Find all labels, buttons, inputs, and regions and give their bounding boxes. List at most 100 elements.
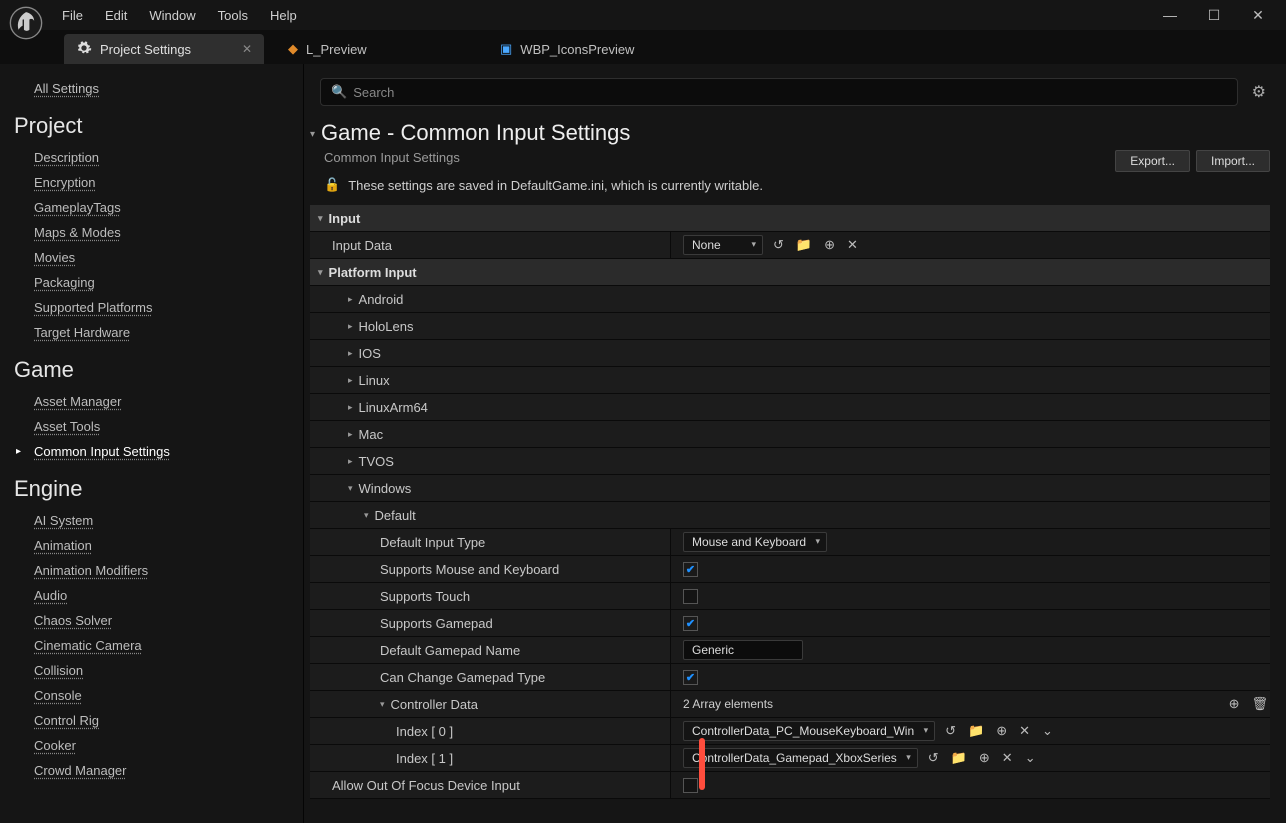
row-tvos[interactable]: TVOS: [359, 454, 394, 469]
reset-icon[interactable]: ↺: [943, 723, 958, 739]
export-button[interactable]: Export...: [1115, 150, 1190, 172]
saved-text: These settings are saved in DefaultGame.…: [348, 178, 763, 193]
row-controller-data[interactable]: Controller Data: [391, 697, 478, 712]
settings-gear-icon[interactable]: ⚙: [1248, 82, 1270, 102]
sidebar-crowd-manager[interactable]: Crowd Manager: [14, 758, 289, 783]
row-allow-out-of-focus: Allow Out Of Focus Device Input: [332, 778, 520, 793]
index1-dropdown[interactable]: ControllerData_Gamepad_XboxSeries: [683, 748, 918, 768]
sidebar-animation[interactable]: Animation: [14, 533, 289, 558]
reset-icon[interactable]: ↺: [926, 750, 941, 766]
sidebar-ai-system[interactable]: AI System: [14, 508, 289, 533]
title-bar: File Edit Window Tools Help — ☐ ✕: [0, 0, 1286, 30]
reset-icon[interactable]: ↺: [771, 237, 786, 253]
array-trash-icon[interactable]: 🗑: [1249, 696, 1270, 712]
default-gamepad-name-input[interactable]: [683, 640, 803, 660]
browse-icon[interactable]: 📁: [966, 723, 986, 739]
clear-icon[interactable]: ✕: [1017, 723, 1032, 739]
add-icon[interactable]: ⊕: [822, 237, 837, 253]
menu-window[interactable]: Window: [139, 4, 205, 27]
tab-l-preview[interactable]: ◆ L_Preview: [276, 34, 476, 64]
row-linuxarm64[interactable]: LinuxArm64: [359, 400, 428, 415]
chevron-down-icon[interactable]: ⌄: [1023, 750, 1038, 766]
chevron-down-icon[interactable]: ⌄: [1040, 723, 1055, 739]
sidebar-control-rig[interactable]: Control Rig: [14, 708, 289, 733]
minimize-button[interactable]: —: [1156, 7, 1184, 24]
menu-edit[interactable]: Edit: [95, 4, 137, 27]
sidebar-animation-modifiers[interactable]: Animation Modifiers: [14, 558, 289, 583]
tab-label: WBP_IconsPreview: [520, 42, 634, 57]
close-icon[interactable]: ✕: [242, 42, 252, 56]
row-can-change-gamepad: Can Change Gamepad Type: [380, 670, 545, 685]
maximize-button[interactable]: ☐: [1200, 7, 1228, 24]
row-default-gamepad-name: Default Gamepad Name: [380, 643, 520, 658]
row-default-input-type: Default Input Type: [380, 535, 485, 550]
sidebar-common-input-settings[interactable]: Common Input Settings: [14, 439, 289, 464]
sidebar-maps-modes[interactable]: Maps & Modes: [14, 220, 289, 245]
section-input[interactable]: Input: [329, 211, 361, 226]
settings-sidebar[interactable]: All Settings Project Description Encrypt…: [0, 64, 304, 823]
menu-help[interactable]: Help: [260, 4, 307, 27]
sidebar-asset-manager[interactable]: Asset Manager: [14, 389, 289, 414]
sidebar-supported-platforms[interactable]: Supported Platforms: [14, 295, 289, 320]
row-hololens[interactable]: HoloLens: [359, 319, 414, 334]
main-menu: File Edit Window Tools Help: [52, 4, 307, 27]
sidebar-cooker[interactable]: Cooker: [14, 733, 289, 758]
clear-icon[interactable]: ✕: [845, 237, 860, 253]
sidebar-asset-tools[interactable]: Asset Tools: [14, 414, 289, 439]
sidebar-description[interactable]: Description: [14, 145, 289, 170]
array-add-icon[interactable]: ⊕: [1227, 696, 1242, 712]
search-placeholder: Search: [353, 85, 394, 100]
supports-mk-checkbox[interactable]: [683, 562, 698, 577]
tab-label: Project Settings: [100, 42, 191, 57]
search-input[interactable]: 🔍 Search: [320, 78, 1238, 106]
supports-touch-checkbox[interactable]: [683, 589, 698, 604]
engine-heading: Engine: [14, 464, 289, 508]
can-change-gamepad-checkbox[interactable]: [683, 670, 698, 685]
sidebar-audio[interactable]: Audio: [14, 583, 289, 608]
allow-out-of-focus-checkbox[interactable]: [683, 778, 698, 793]
default-input-type-dropdown[interactable]: Mouse and Keyboard: [683, 532, 827, 552]
clear-icon[interactable]: ✕: [1000, 750, 1015, 766]
close-button[interactable]: ✕: [1244, 7, 1272, 24]
sidebar-movies[interactable]: Movies: [14, 245, 289, 270]
tab-bar: Project Settings ✕ ◆ L_Preview ▣ WBP_Ico…: [0, 30, 1286, 64]
sidebar-packaging[interactable]: Packaging: [14, 270, 289, 295]
row-mac[interactable]: Mac: [359, 427, 384, 442]
all-settings-link[interactable]: All Settings: [14, 76, 289, 101]
gear-icon: [76, 40, 92, 59]
widget-icon: ▣: [500, 41, 512, 57]
unlock-icon: 🔓: [324, 177, 340, 193]
sidebar-collision[interactable]: Collision: [14, 658, 289, 683]
sidebar-target-hardware[interactable]: Target Hardware: [14, 320, 289, 345]
tab-label: L_Preview: [306, 42, 367, 57]
sidebar-chaos-solver[interactable]: Chaos Solver: [14, 608, 289, 633]
add-icon[interactable]: ⊕: [977, 750, 992, 766]
sidebar-console[interactable]: Console: [14, 683, 289, 708]
sidebar-encryption[interactable]: Encryption: [14, 170, 289, 195]
import-button[interactable]: Import...: [1196, 150, 1270, 172]
menu-file[interactable]: File: [52, 4, 93, 27]
browse-icon[interactable]: 📁: [794, 237, 814, 253]
content-panel: 🔍 Search ⚙ Game - Common Input Settings …: [304, 64, 1286, 823]
sidebar-gameplaytags[interactable]: GameplayTags: [14, 195, 289, 220]
row-default[interactable]: Default: [375, 508, 416, 523]
search-icon: 🔍: [331, 84, 347, 100]
section-platform-input[interactable]: Platform Input: [329, 265, 417, 280]
input-data-dropdown[interactable]: None: [683, 235, 763, 255]
row-index-0: Index [ 0 ]: [396, 724, 453, 739]
menu-tools[interactable]: Tools: [208, 4, 258, 27]
tab-wbp-icons[interactable]: ▣ WBP_IconsPreview: [488, 34, 688, 64]
property-table[interactable]: ▾Input Input Data None ↺ 📁 ⊕ ✕ ▾Platform…: [304, 205, 1286, 823]
browse-icon[interactable]: 📁: [949, 750, 969, 766]
index0-dropdown[interactable]: ControllerData_PC_MouseKeyboard_Win: [683, 721, 935, 741]
row-android[interactable]: Android: [359, 292, 404, 307]
row-windows[interactable]: Windows: [359, 481, 412, 496]
add-icon[interactable]: ⊕: [994, 723, 1009, 739]
annotation-marker: [699, 738, 705, 790]
sidebar-cinematic-camera[interactable]: Cinematic Camera: [14, 633, 289, 658]
row-ios[interactable]: IOS: [359, 346, 381, 361]
controller-data-count: 2 Array elements: [683, 697, 773, 711]
tab-project-settings[interactable]: Project Settings ✕: [64, 34, 264, 64]
row-linux[interactable]: Linux: [359, 373, 390, 388]
supports-gamepad-checkbox[interactable]: [683, 616, 698, 631]
